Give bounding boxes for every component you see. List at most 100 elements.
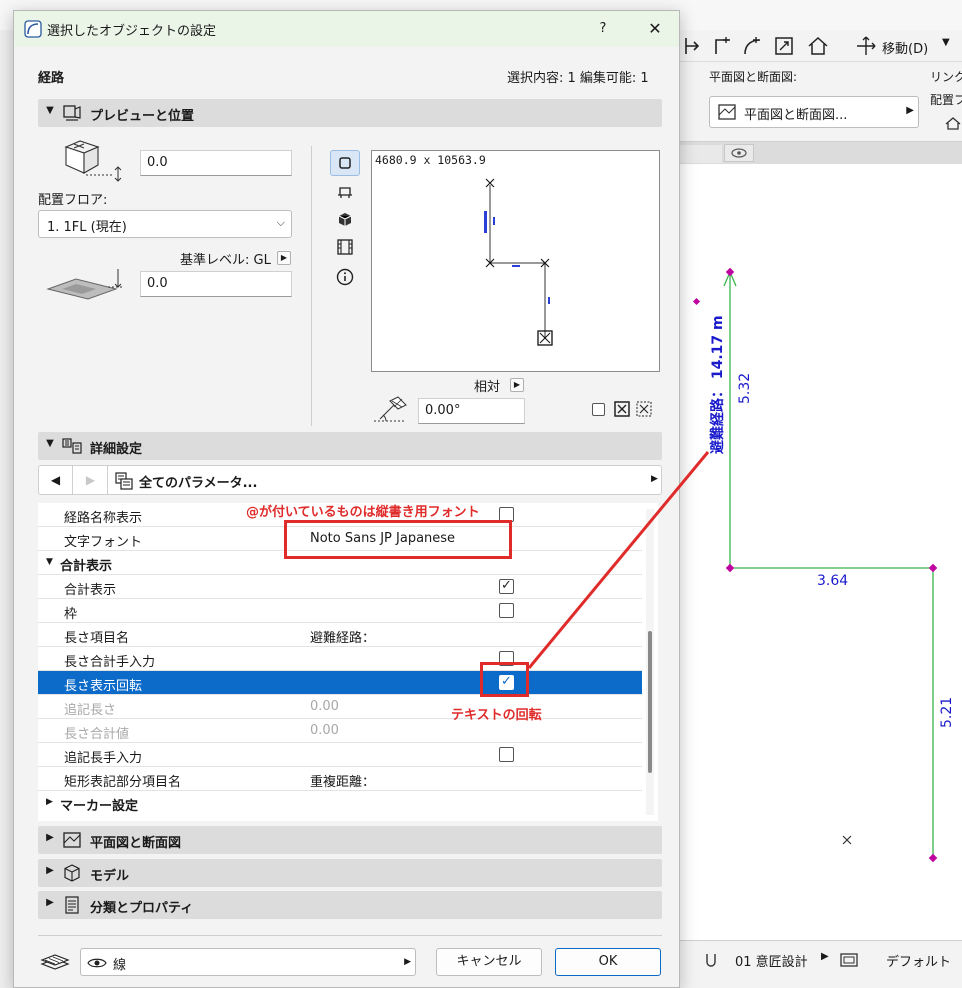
section-classification[interactable]: ▶ 分類とプロパティ [38,891,662,919]
dialog-titlebar[interactable]: 選択したオブジェクトの設定 ? ✕ [14,11,679,47]
link-title: リンクフ [930,70,962,84]
resize-icon[interactable] [772,34,796,58]
param-row-length-rotation[interactable]: 長さ表示回転 ✓ [38,671,642,695]
param-row-rect-item-name[interactable]: 矩形表記部分項目名 重複距離： [38,767,642,791]
param-group-marker-settings[interactable]: ▶ マーカー設定 [38,791,642,815]
film-icon [337,239,353,255]
param-row-frame[interactable]: 枠 [38,599,642,623]
param-name: 長さ表示回転 [64,679,143,694]
move-label[interactable]: 移動(D) [882,38,928,57]
section-floor-section-label: 平面図と断面図 [90,836,182,851]
home-floor-value: 1. 1FL (現在) [47,220,127,235]
corner-icon[interactable] [710,34,734,58]
preview-canvas[interactable]: 4680.9 x 10563.9 [371,150,660,372]
floor-section-button[interactable]: 平面図と断面図... ▶ [709,96,919,128]
ref-level-menu-icon[interactable]: ▶ [277,251,291,265]
rotation-angle-icon [374,396,407,422]
scrollbar-thumb[interactable] [648,631,652,773]
bottom-offset-icon [46,269,122,300]
param-nav-label[interactable]: 全てのパラメータ... [139,472,257,491]
param-value[interactable]: 避難経路： [310,627,375,646]
expand-icon: ▶ [46,797,53,807]
relative-label: 相対 [474,380,501,395]
layer-select[interactable]: 線 ▶ [80,948,416,976]
route-node[interactable] [725,563,735,573]
anchor-box-icon[interactable] [614,401,630,417]
curve-icon[interactable] [740,34,764,58]
drawing-canvas[interactable]: 避難経路： 14.17 m 5.32 3.64 5.21 [680,164,962,940]
route-line [729,272,934,858]
tab-placeholder[interactable] [680,145,722,163]
param-row-length-item-name[interactable]: 長さ項目名 避難経路： [38,623,642,647]
marker-cross [842,835,852,845]
model-cube-icon [64,864,80,882]
param-next-button[interactable]: ▶ [74,466,108,494]
route-node[interactable] [725,267,735,277]
document-list-icon [65,896,79,914]
eye-icon[interactable] [724,144,754,162]
param-value: 0.00 [310,723,339,738]
bottom-offset-input[interactable]: 0.0 [140,271,292,297]
rotation-angle-input[interactable]: 0.00° [418,398,525,424]
param-row-total-display[interactable]: 合計表示 ✓ [38,575,642,599]
param-name: 追記長手入力 [64,751,143,766]
placement-title: 配置フ [930,93,962,107]
roof-icon[interactable] [806,34,830,58]
param-row-length-manual[interactable]: 長さ合計手入力 [38,647,642,671]
floor-section-button-label: 平面図と断面図... [744,108,848,123]
route-node[interactable] [928,563,938,573]
param-value: 0.00 [310,699,339,714]
preview-3d-button[interactable] [330,207,360,233]
preview-info-button[interactable] [330,264,360,290]
expand-icon: ▶ [46,865,54,876]
chevron-right-icon: ▶ [821,951,829,962]
param-checkbox[interactable]: ✓ [499,579,514,594]
close-button[interactable]: ✕ [644,18,666,40]
param-prev-button[interactable]: ◀ [39,466,73,494]
section-floor-section[interactable]: ▶ 平面図と断面図 [38,826,662,854]
param-name: 文字フォント [64,535,143,550]
help-button[interactable]: ? [592,18,614,40]
layer-icon [706,954,716,967]
preview-position-icon [63,105,81,121]
ok-button[interactable]: OK [555,948,661,976]
object-settings-dialog: 選択したオブジェクトの設定 ? ✕ 経路 選択内容: 1 編集可能: 1 ▼ プ… [13,10,680,988]
param-row-extra-manual[interactable]: 追記長手入力 [38,743,642,767]
anchor-dashed-icon[interactable] [636,401,652,417]
home-floor-select[interactable]: 1. 1FL (現在) ⌵ [38,210,292,238]
section-model-label: モデル [90,869,130,884]
details-icon [62,438,82,454]
preview-2d-button[interactable] [330,150,360,176]
align-icon[interactable] [680,34,704,58]
floor-section-title: 平面図と断面図: [709,70,798,84]
home-icon[interactable] [944,114,962,130]
move-icon[interactable] [854,34,878,58]
section-model[interactable]: ▶ モデル [38,859,662,887]
status-design-layer[interactable]: 01 意匠設計 [735,951,808,970]
preview-route-drawing [484,178,553,346]
status-default[interactable]: デフォルト [886,951,951,970]
layer-value: 線 [113,958,127,973]
collapse-icon: ▼ [46,105,54,116]
param-value[interactable]: 重複距離： [310,771,375,790]
preview-list-button[interactable] [330,234,360,260]
preview-section-button[interactable] [330,179,360,205]
relative-menu-icon[interactable]: ▶ [510,378,524,392]
param-checkbox[interactable] [499,603,514,618]
section-details[interactable]: ▼ 詳細設定 [38,432,662,460]
section-preview[interactable]: ▼ プレビューと位置 [38,99,662,127]
param-row-length-total: 長さ合計値 0.00 [38,719,642,743]
param-name: 枠 [64,607,78,622]
param-checkbox[interactable] [499,747,514,762]
section-preview-label: プレビューと位置 [90,109,195,124]
cancel-button[interactable]: キャンセル [436,948,542,976]
mirror-checkbox[interactable] [592,403,605,416]
selection-info: 選択内容: 1 編集可能: 1 [507,71,649,86]
section-view-icon [338,187,352,198]
route-node[interactable] [928,853,938,863]
pen-set-icon[interactable] [840,953,858,967]
move-dropdown-icon[interactable]: ▼ [942,37,950,48]
top-offset-input[interactable]: 0.0 [140,150,292,176]
view-tabstrip [680,142,962,164]
param-scrollbar[interactable] [646,509,654,815]
